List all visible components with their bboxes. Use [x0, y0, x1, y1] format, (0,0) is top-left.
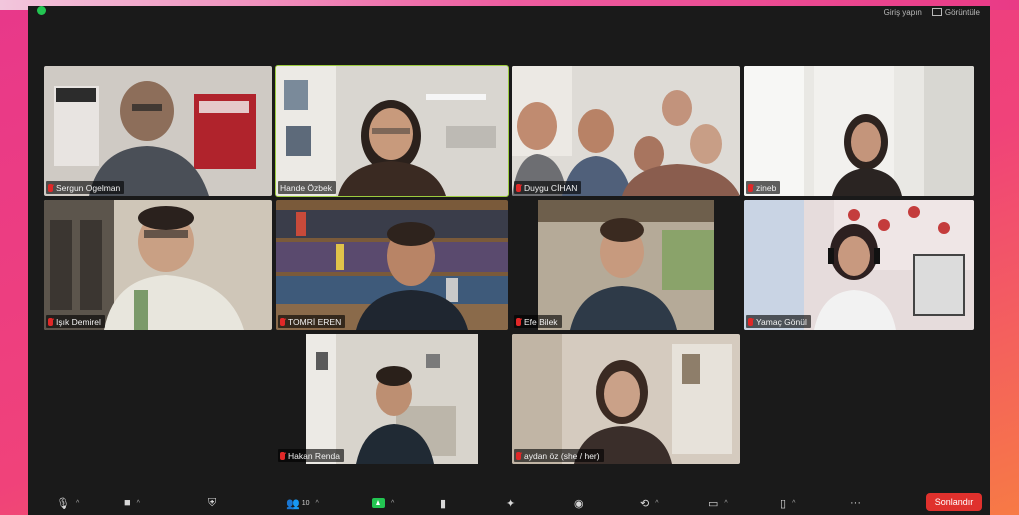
apps-icon: ▭: [708, 497, 719, 510]
participant-tile-9[interactable]: Hakan Renda: [276, 334, 508, 464]
participant-name-tag: Efe Bilek: [514, 315, 562, 328]
muted-mic-icon: [280, 317, 285, 326]
shield-icon: ⛨: [208, 496, 217, 509]
participant-name-tag: zineb: [746, 181, 781, 194]
login-link[interactable]: Giriş yapın: [884, 8, 922, 17]
participant-name: Sergun Ogelman: [56, 182, 121, 193]
participant-tile-1[interactable]: Sergun Ogelman: [44, 66, 272, 196]
camera-icon: ■: [124, 497, 131, 509]
document-icon: ▮: [440, 497, 447, 510]
participant-name-tag: Hakan Renda: [278, 449, 344, 462]
record-button[interactable]: ◉: [574, 495, 584, 511]
participant-tile-3[interactable]: Duygu CİHAN: [512, 66, 740, 196]
end-meeting-button[interactable]: Sonlandır: [926, 493, 982, 511]
participant-name-tag: Sergun Ogelman: [46, 181, 125, 194]
participant-name-tag: aydan öz (she / her): [514, 449, 604, 462]
share-screen-icon: [372, 498, 385, 508]
participants-icon: 👥: [286, 497, 300, 510]
participant-name-tag: Hande Özbek: [278, 181, 336, 194]
muted-mic-icon: [516, 451, 521, 460]
microphone-icon: 🎙: [56, 497, 70, 510]
participant-name: aydan öz (she / her): [524, 450, 600, 461]
more-icon: ···: [850, 497, 861, 509]
view-menu[interactable]: Görüntüle: [931, 7, 980, 17]
participant-name-tag: Duygu CİHAN: [514, 181, 582, 194]
participant-tile-10[interactable]: aydan öz (she / her): [512, 334, 740, 464]
participant-name: Duygu CİHAN: [524, 182, 578, 193]
participant-tile-8[interactable]: Yamaç Gönül: [744, 200, 974, 330]
participant-name: Yamaç Gönül: [756, 316, 807, 327]
muted-mic-icon: [516, 183, 521, 192]
muted-mic-icon: [748, 317, 753, 326]
video-control[interactable]: ■ ^: [124, 495, 140, 511]
participants-count: 10: [301, 499, 310, 507]
participant-tile-2[interactable]: Hande Özbek: [275, 65, 509, 197]
participant-name: TOMRİ EREN: [288, 316, 342, 327]
participant-name: Efe Bilek: [524, 316, 558, 327]
muted-mic-icon: [48, 183, 53, 192]
summary-button[interactable]: ▮: [440, 495, 446, 511]
ai-companion-button[interactable]: ✦: [506, 495, 515, 511]
muted-mic-icon: [516, 317, 521, 326]
muted-mic-icon: [748, 183, 753, 192]
reactions-icon: ⟲: [640, 497, 650, 510]
participants-button[interactable]: 👥 10 ^: [286, 495, 319, 511]
chevron-up-icon[interactable]: ^: [316, 500, 319, 507]
video-feed-2: [276, 66, 508, 196]
chevron-up-icon[interactable]: ^: [76, 500, 79, 507]
participant-name: Işık Demirel: [56, 316, 101, 327]
whiteboard-button[interactable]: ▯ ^: [780, 495, 795, 511]
video-feed-7: [512, 200, 740, 330]
muted-mic-icon: [280, 451, 285, 460]
chevron-up-icon[interactable]: ^: [792, 500, 795, 507]
view-menu-label: Görüntüle: [944, 7, 980, 17]
grid-view-icon: [931, 8, 942, 17]
security-shield-icon[interactable]: [37, 6, 46, 15]
participant-tile-5[interactable]: Işık Demirel: [44, 200, 272, 330]
participant-name-tag: Yamaç Gönül: [746, 315, 811, 328]
participant-tile-6[interactable]: TOMRİ EREN: [276, 200, 508, 330]
security-button[interactable]: ⛨: [208, 495, 216, 511]
participant-name: Hande Özbek: [280, 182, 332, 193]
audio-control[interactable]: 🎙 ^: [56, 495, 79, 511]
participant-name-tag: TOMRİ EREN: [278, 315, 346, 328]
whiteboard-icon: ▯: [780, 497, 787, 510]
video-feed-8: [744, 200, 974, 330]
participant-name-tag: Işık Demirel: [46, 315, 105, 328]
meeting-toolbar: 🎙 ^ ■ ^ ⛨ 👥 10 ^ ^ ▮ ✦ ◉ ⟲ ^ ▭ ^ ▯ ^ ···…: [28, 491, 990, 515]
video-feed-3: [512, 66, 740, 196]
meeting-window: Giriş yapın Görüntüle Sergun Ogelman Han…: [28, 6, 990, 515]
video-feed-4: [744, 66, 974, 196]
chevron-up-icon[interactable]: ^: [724, 500, 727, 507]
video-feed-6: [276, 200, 508, 330]
participant-tile-4[interactable]: zineb: [744, 66, 974, 196]
chevron-up-icon[interactable]: ^: [655, 500, 658, 507]
participant-name: zineb: [756, 182, 777, 193]
video-feed-9: [276, 334, 508, 464]
apps-button[interactable]: ▭ ^: [708, 495, 728, 511]
more-button[interactable]: ···: [850, 495, 861, 511]
video-feed-5: [44, 200, 272, 330]
top-right-controls: Giriş yapın Görüntüle: [884, 6, 980, 18]
participant-tile-7[interactable]: Efe Bilek: [512, 200, 740, 330]
record-icon: ◉: [574, 497, 584, 510]
sparkle-icon: ✦: [506, 497, 516, 510]
video-feed-10: [512, 334, 740, 464]
chevron-up-icon[interactable]: ^: [137, 500, 140, 507]
reactions-button[interactable]: ⟲ ^: [640, 495, 659, 511]
chevron-up-icon[interactable]: ^: [391, 500, 394, 507]
participant-name: Hakan Renda: [288, 450, 340, 461]
share-screen-button[interactable]: ^: [372, 495, 394, 511]
video-feed-1: [44, 66, 272, 196]
muted-mic-icon: [48, 317, 53, 326]
